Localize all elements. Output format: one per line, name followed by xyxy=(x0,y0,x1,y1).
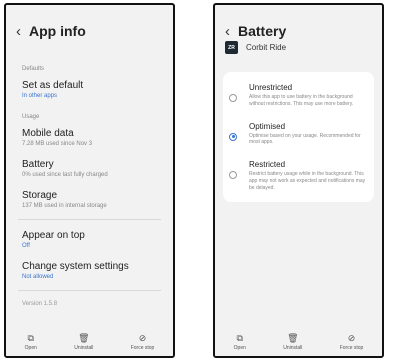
option-unrestricted[interactable]: Unrestricted Allow this app to use batte… xyxy=(223,76,374,115)
option-title: Optimised xyxy=(249,121,286,131)
defaults-section-label: Defaults xyxy=(22,66,45,72)
usage-section-label: Usage xyxy=(22,114,40,120)
radio-optimised[interactable] xyxy=(229,132,237,141)
option-description: Allow this app to use battery in the bac… xyxy=(249,94,354,107)
battery-screen: ‹ Battery ZR Corbit Ride Unrestricted Al… xyxy=(213,3,384,358)
battery-item[interactable]: Battery 0% used since last fully charged xyxy=(6,153,173,184)
app-info-header: ‹ App info xyxy=(6,5,173,57)
trash-icon: 🗑 xyxy=(78,332,90,343)
mobile-data-sub: 7.28 MB used since Nov 3 xyxy=(22,141,93,147)
set-as-default-sub: In other apps xyxy=(22,93,58,99)
mobile-data-title: Mobile data xyxy=(22,128,74,139)
option-description: Restrict battery usage while in the back… xyxy=(249,171,366,191)
radio-restricted[interactable] xyxy=(229,171,237,179)
app-name: Corbit Ride xyxy=(246,43,287,52)
open-button[interactable]: ⧉ Open xyxy=(233,332,246,351)
open-icon: ⧉ xyxy=(236,332,243,343)
option-optimised[interactable]: Optimised Optimise based on your usage. … xyxy=(223,115,374,154)
radio-unrestricted[interactable] xyxy=(229,94,237,102)
storage-sub: 137 MB used in internal storage xyxy=(22,203,107,209)
force-stop-icon: ⊘ xyxy=(347,332,356,343)
battery-sub: 0% used since last fully charged xyxy=(22,172,108,178)
change-system-settings-item[interactable]: Change system settings Not allowed xyxy=(6,255,173,286)
force-stop-label: Force stop xyxy=(339,344,364,351)
force-stop-icon: ⊘ xyxy=(138,332,147,343)
force-stop-button[interactable]: ⊘ Force stop xyxy=(339,332,364,351)
open-button[interactable]: ⧉ Open xyxy=(24,332,37,351)
page-title: Battery xyxy=(238,23,287,39)
divider xyxy=(18,290,161,291)
appear-on-top-title: Appear on top xyxy=(22,230,85,241)
appear-on-top-item[interactable]: Appear on top Off xyxy=(6,224,173,255)
uninstall-label: Uninstall xyxy=(283,344,303,351)
force-stop-label: Force stop xyxy=(130,344,155,351)
app-icon: ZR xyxy=(225,41,238,54)
storage-title: Storage xyxy=(22,190,58,201)
divider xyxy=(18,219,161,220)
set-as-default-title: Set as default xyxy=(22,80,84,91)
back-arrow-icon[interactable]: ‹ xyxy=(225,24,230,39)
change-system-settings-title: Change system settings xyxy=(22,261,129,272)
page-title: App info xyxy=(29,23,86,39)
force-stop-button[interactable]: ⊘ Force stop xyxy=(130,332,155,351)
option-restricted[interactable]: Restricted Restrict battery usage while … xyxy=(223,153,374,198)
uninstall-label: Uninstall xyxy=(74,344,94,351)
app-identity: ZR Corbit Ride xyxy=(215,41,382,64)
bottom-action-bar: ⧉ Open 🗑 Uninstall ⊘ Force stop xyxy=(215,328,382,356)
bottom-action-bar: ⧉ Open 🗑 Uninstall ⊘ Force stop xyxy=(6,328,173,356)
app-info-screen: ‹ App info Defaults Set as default In ot… xyxy=(4,3,175,358)
set-as-default-item[interactable]: Set as default In other apps xyxy=(6,74,173,105)
storage-item[interactable]: Storage 137 MB used in internal storage xyxy=(6,184,173,215)
version-text: Version 1.5.8 xyxy=(22,301,58,307)
option-title: Restricted xyxy=(249,160,286,169)
battery-title: Battery xyxy=(22,159,54,170)
trash-icon: 🗑 xyxy=(287,332,299,343)
back-arrow-icon[interactable]: ‹ xyxy=(16,24,21,39)
uninstall-button[interactable]: 🗑 Uninstall xyxy=(283,332,303,351)
option-title: Unrestricted xyxy=(249,83,293,92)
open-label: Open xyxy=(24,344,37,351)
uninstall-button[interactable]: 🗑 Uninstall xyxy=(74,332,94,351)
option-description: Optimise based on your usage. Recommende… xyxy=(249,132,361,146)
change-system-settings-sub: Not allowed xyxy=(22,274,54,280)
mobile-data-item[interactable]: Mobile data 7.28 MB used since Nov 3 xyxy=(6,122,173,153)
open-label: Open xyxy=(233,344,246,351)
open-icon: ⧉ xyxy=(27,332,34,343)
battery-options-card: Unrestricted Allow this app to use batte… xyxy=(223,72,374,203)
appear-on-top-sub: Off xyxy=(22,243,30,249)
